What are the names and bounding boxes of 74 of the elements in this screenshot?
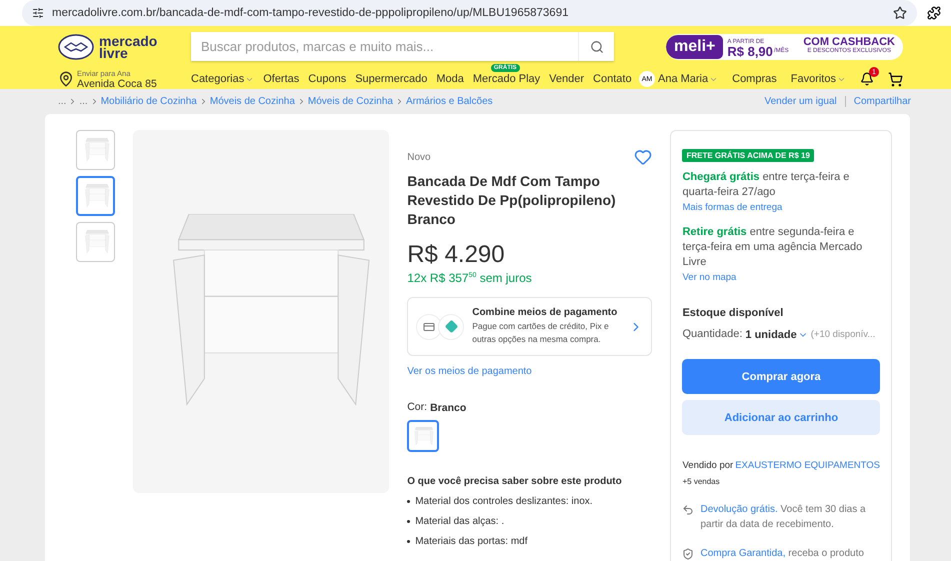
feature-item: Material das alças: . (415, 516, 504, 527)
promo-headline: COM CASHBACK (803, 38, 895, 47)
nav-link[interactable]: Contato (593, 73, 632, 86)
payment-text: Pague com cartões de crédito, Pix e outras opções na mesma compra. (472, 320, 610, 346)
seller-link[interactable]: EXAUSTERMO EQUIPAMENTOS (735, 460, 880, 471)
nav-link[interactable]: Cupons (308, 73, 346, 86)
delivery-text: Chegará grátis entre terça-feira e quarta-feira 27/ago (682, 170, 850, 200)
logo-text: mercado (99, 34, 158, 47)
benefit-text: Devolução grátis. Você tem 30 dias a partir da data de recebimento. (700, 503, 867, 532)
delivery-link[interactable]: Ver no mapa (682, 272, 880, 283)
search-field[interactable]: Buscar produtos, marcas e muito mais... (191, 32, 578, 62)
bullet-dot (407, 540, 410, 543)
quantity-label: Quantidade: (682, 328, 742, 341)
thumbnail[interactable] (76, 130, 115, 170)
nav-link[interactable]: Supermercado (355, 73, 428, 86)
extensions-icon[interactable] (927, 6, 941, 20)
nav-link[interactable]: Categorias (191, 73, 254, 86)
available-count: (+10 disponív... (810, 328, 876, 341)
condition-label: Novo (407, 152, 431, 162)
buy-now-button[interactable]: Comprar agora (682, 359, 880, 394)
delivery-link[interactable]: Mais formas de entrega (682, 202, 880, 213)
thumbnail[interactable] (76, 222, 115, 262)
color-label: Cor: (407, 401, 428, 414)
promo-brand: meli+ (666, 34, 724, 59)
site-info-icon[interactable] (32, 7, 44, 20)
payment-link[interactable]: Ver os meios de pagamento (407, 366, 652, 377)
payment-card[interactable]: Combine meios de pagamento Pague com cartões de crédito, Pix e outras opções na mesma compra. (407, 297, 652, 356)
bullet-dot (407, 520, 410, 523)
nav-link[interactable]: Mercado Play (472, 73, 540, 86)
feature-item: Materiais das portas: mdf (415, 536, 528, 547)
benefit-link[interactable]: Compra Garantida, (700, 548, 786, 559)
color-value: Branco (430, 402, 466, 414)
notification-bell-icon[interactable] (860, 72, 874, 86)
benefit-link[interactable]: Devolução grátis. (700, 504, 778, 515)
pix-icon (438, 314, 464, 340)
stock-label: Estoque disponível (682, 307, 784, 319)
seller-label: Vendido por (682, 459, 734, 472)
card-icon (416, 314, 442, 340)
delivery-text: Retire grátis entre segunda-feira e terça-feira em uma agência Mercado Livre (682, 225, 864, 270)
cart-icon[interactable] (888, 72, 903, 87)
quantity-select[interactable]: 1 unidade (745, 328, 808, 340)
handshake-logo-icon (58, 34, 94, 60)
url-text: mercadolivre.com.br/bancada-de-mdf-com-tampo-revestido-de-pppolipropileno/up/MLBU1965873691 (52, 7, 570, 20)
return-arrow-icon (682, 504, 694, 516)
payment-title: Combine meios de pagamento (472, 307, 618, 318)
bookmark-star-icon[interactable] (893, 6, 907, 20)
location-pin-icon[interactable] (58, 71, 74, 88)
sales-count: +5 vendas (682, 476, 721, 488)
search-button[interactable] (578, 32, 614, 62)
thumbnail[interactable] (76, 176, 115, 216)
nav-link[interactable]: Moda (436, 73, 464, 86)
search-icon (590, 40, 604, 54)
nav-link[interactable]: Vender (549, 73, 584, 86)
user-menu[interactable]: Ana Maria (658, 73, 718, 86)
nav-link[interactable]: Compras (732, 73, 777, 86)
product-title: Bancada De Mdf Com Tampo Revestido De Pp(polipropileno) Branco (407, 172, 617, 229)
location-address[interactable]: Avenida Coca 85 (77, 79, 157, 90)
benefit-text: Compra Garantida, receba o produto (700, 547, 864, 561)
favorite-icon[interactable] (634, 148, 652, 166)
shield-icon (682, 548, 694, 560)
promo-price: R$ 8,90 (727, 46, 773, 56)
free-shipping-badge: FRETE GRÁTIS ACIMA DE R$ 19 (682, 149, 814, 162)
nav-link[interactable]: Ofertas (263, 73, 300, 86)
product-price: R$ 4.290 (407, 241, 506, 269)
feature-item: Material dos controles deslizantes: inox. (415, 496, 593, 507)
features-heading: O que você precisa saber sobre este produto (407, 476, 623, 487)
breadcrumb-link[interactable]: ... (79, 96, 88, 108)
address-bar[interactable]: mercadolivre.com.br/bancada-de-mdf-com-tampo-revestido-de-pppolipropileno/up/MLBU1965873691 (22, 0, 917, 26)
breadcrumb-link[interactable]: ... (58, 96, 66, 108)
installments-text: 12x R$ 357$^{50}$ sem juros (407, 271, 533, 285)
nav-link[interactable]: Favoritos (790, 73, 846, 86)
bullet-dot (407, 500, 410, 503)
color-swatch[interactable] (407, 420, 440, 452)
logo-text: livre (99, 46, 128, 59)
